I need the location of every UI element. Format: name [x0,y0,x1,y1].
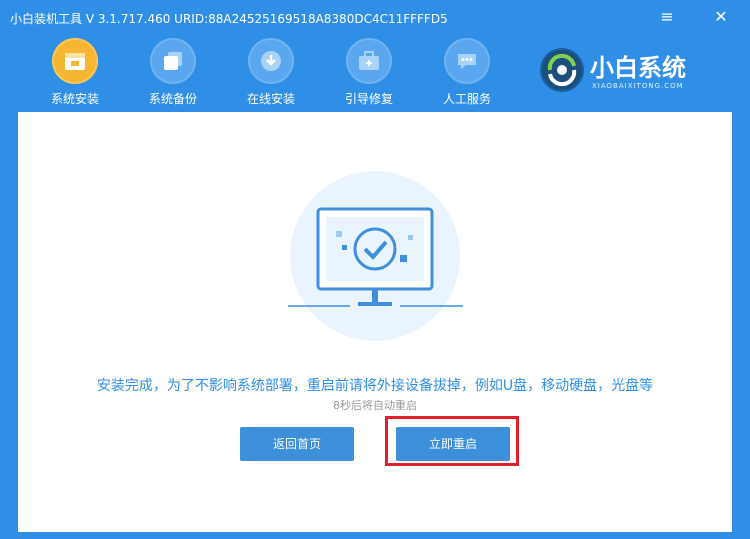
download-icon [248,38,294,84]
close-icon[interactable]: ✕ [712,8,730,26]
nav-label: 系统备份 [148,92,197,106]
content-panel: 安装完成，为了不影响系统部署，重启前请将外接设备拔掉，例如U盘，移动硬盘，光盘等… [18,112,732,532]
brand-subtitle: XIAOBAIXITONG.COM [592,82,684,90]
nav-item-online-install[interactable]: 在线安装 [236,38,306,108]
brand: 小白系统 XIAOBAIXITONG.COM [540,42,740,102]
app-window: 小白装机工具 V 3.1.717.460 URID:88A24525169518… [0,0,750,539]
backup-icon [150,38,196,84]
chat-icon [444,38,490,84]
title-bar: 小白装机工具 V 3.1.717.460 URID:88A24525169518… [0,0,750,34]
install-icon [52,38,98,84]
window-title: 小白装机工具 V 3.1.717.460 URID:88A24525169518… [10,12,448,26]
logo-icon [540,48,584,92]
install-complete-message: 安装完成，为了不影响系统部署，重启前请将外接设备拔掉，例如U盘，移动硬盘，光盘等 [96,378,654,394]
restart-countdown: 8秒后将自动重启 [333,399,417,412]
install-complete-illustration [288,169,463,344]
highlight-box [385,416,519,466]
nav-item-boot-repair[interactable]: 引导修复 [334,38,404,108]
toolbox-icon [346,38,392,84]
nav-item-system-install[interactable]: 系统安装 [40,38,110,108]
nav-label: 人工服务 [442,92,491,106]
nav-label: 引导修复 [344,92,393,106]
nav-label: 在线安装 [246,92,295,106]
nav-item-system-backup[interactable]: 系统备份 [138,38,208,108]
menu-icon[interactable]: ≡ [658,8,676,26]
return-home-button[interactable]: 返回首页 [240,427,354,461]
nav-label: 系统安装 [50,92,99,106]
main-nav: 系统安装 系统备份 在线安装 引导修复 人工服务 [0,34,520,112]
brand-name: 小白系统 [590,54,686,82]
nav-item-manual-service[interactable]: 人工服务 [432,38,502,108]
